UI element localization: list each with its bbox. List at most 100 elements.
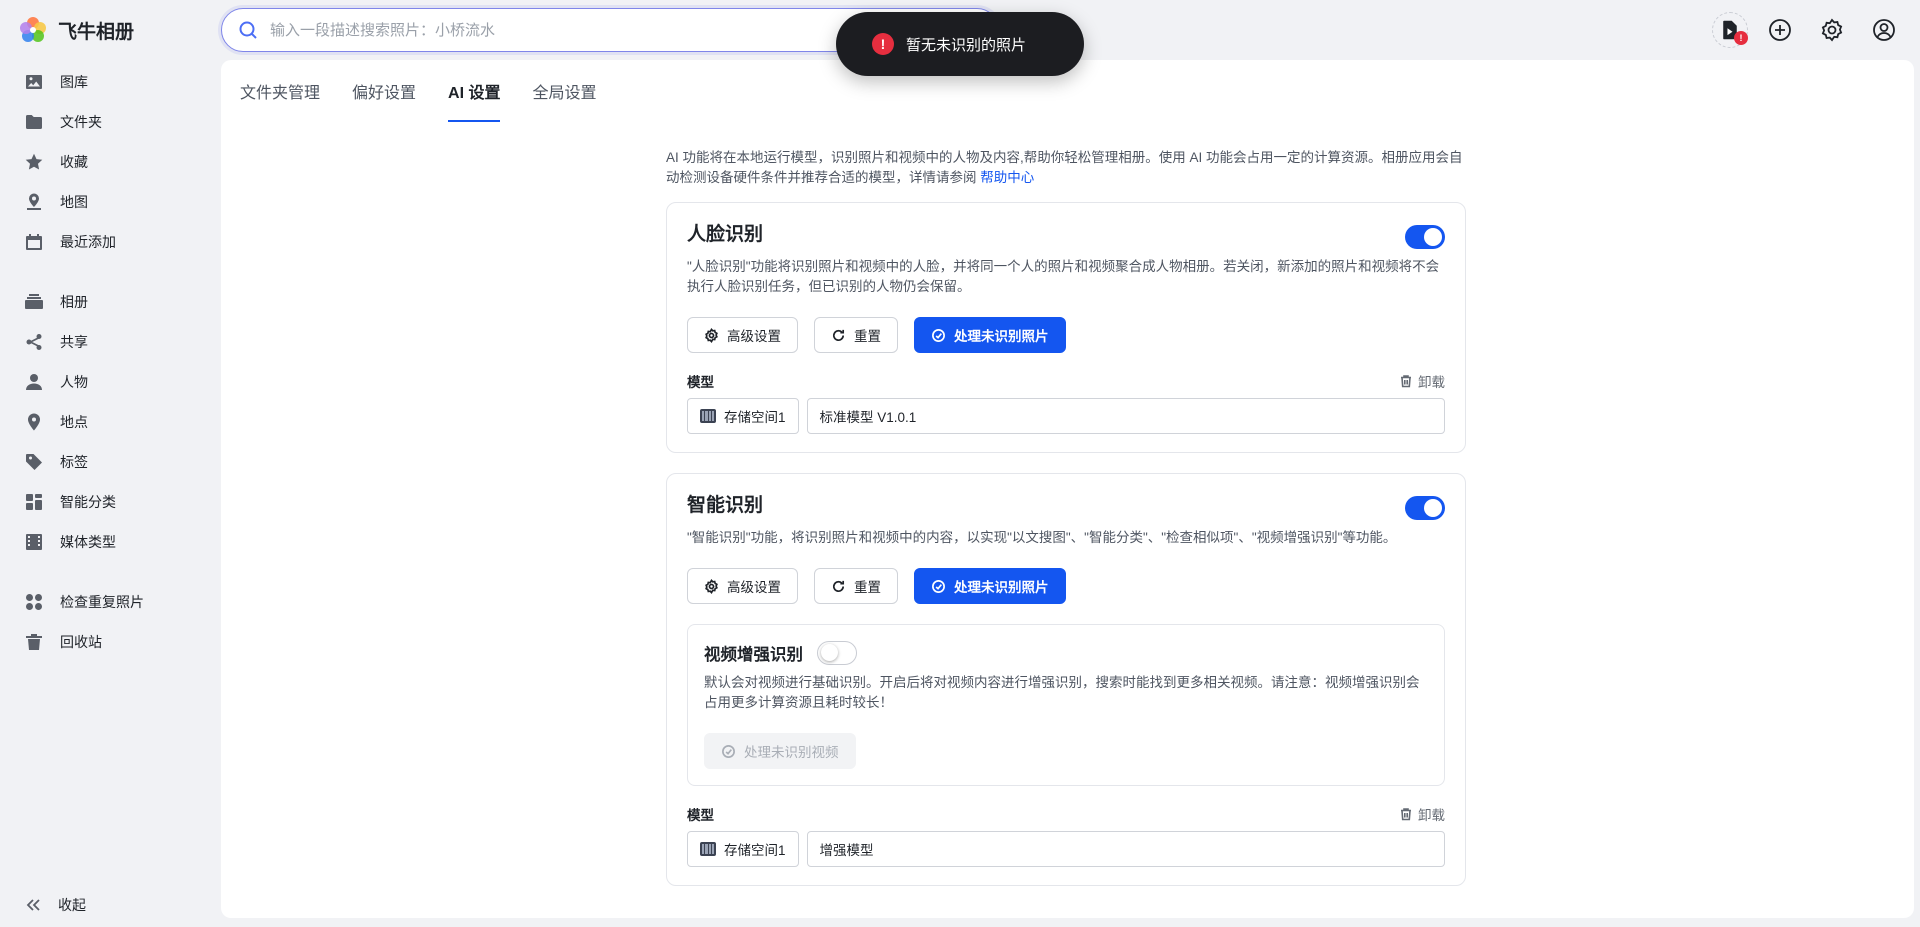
location-icon bbox=[28, 413, 40, 431]
album-icon bbox=[25, 294, 43, 309]
sidebar-item-tags[interactable]: 标签 bbox=[0, 442, 220, 482]
tab-ai-settings[interactable]: AI 设置 bbox=[448, 60, 501, 122]
sidebar-item-label: 文件夹 bbox=[60, 114, 102, 130]
app-name: 飞牛相册 bbox=[58, 21, 135, 43]
collapse-sidebar-button[interactable]: 收起 bbox=[24, 893, 86, 917]
face-reset-button[interactable]: 重置 bbox=[814, 317, 898, 353]
user-circle-icon bbox=[1873, 19, 1895, 41]
video-actions: 处理未识别视频 bbox=[704, 733, 1428, 769]
tab-global-settings[interactable]: 全局设置 bbox=[532, 60, 596, 122]
film-icon bbox=[26, 534, 42, 550]
trash-icon bbox=[1401, 808, 1411, 821]
tab-preferences[interactable]: 偏好设置 bbox=[352, 60, 416, 122]
help-center-link[interactable]: 帮助中心 bbox=[980, 170, 1034, 185]
brand[interactable]: 飞牛相册 bbox=[18, 14, 134, 46]
storage-icon bbox=[700, 842, 716, 856]
folder-icon bbox=[26, 115, 42, 129]
face-recognition-toggle[interactable] bbox=[1405, 225, 1445, 249]
refresh-icon bbox=[833, 580, 845, 592]
sidebar-item-label: 智能分类 bbox=[60, 494, 116, 510]
face-storage-select[interactable]: 存储空间1 bbox=[687, 398, 799, 434]
settings-tabs: 文件夹管理 偏好设置 AI 设置 全局设置 bbox=[240, 60, 597, 122]
toast-notification: ! 暂无未识别的照片 bbox=[836, 12, 1084, 76]
uninstall-label: 卸载 bbox=[1418, 808, 1445, 823]
smart-storage-select[interactable]: 存储空间1 bbox=[687, 831, 799, 867]
smart-reset-button[interactable]: 重置 bbox=[814, 568, 898, 604]
smart-advanced-settings-button[interactable]: 高级设置 bbox=[687, 568, 798, 604]
storage-icon bbox=[700, 409, 716, 423]
sidebar-item-favorites[interactable]: 收藏 bbox=[0, 142, 220, 182]
nav-divider bbox=[0, 262, 220, 282]
button-label: 重置 bbox=[854, 580, 881, 595]
sidebar-item-duplicates[interactable]: 检查重复照片 bbox=[0, 582, 220, 622]
search-icon bbox=[239, 21, 257, 39]
error-icon: ! bbox=[872, 33, 894, 55]
smart-uninstall-button[interactable]: 卸载 bbox=[1399, 804, 1445, 824]
sidebar-item-folder[interactable]: 文件夹 bbox=[0, 102, 220, 142]
sidebar-item-albums[interactable]: 相册 bbox=[0, 282, 220, 322]
process-unrecognized-video-button[interactable]: 处理未识别视频 bbox=[704, 733, 856, 769]
app-root: 飞牛相册 图库 文件夹 收藏 地图 最近添加 相册 共享 人物 地点 标签 智能… bbox=[0, 0, 1920, 927]
trash-icon bbox=[1401, 375, 1411, 388]
sidebar-item-label: 收藏 bbox=[60, 154, 88, 170]
double-chevron-left-icon bbox=[26, 899, 40, 911]
app-logo-icon bbox=[20, 17, 46, 42]
person-icon bbox=[26, 374, 42, 390]
button-label: 处理未识别照片 bbox=[954, 329, 1049, 344]
settings-button[interactable] bbox=[1812, 10, 1852, 50]
button-label: 处理未识别视频 bbox=[744, 745, 839, 760]
model-value: 增强模型 bbox=[819, 843, 874, 858]
sidebar: 飞牛相册 图库 文件夹 收藏 地图 最近添加 相册 共享 人物 地点 标签 智能… bbox=[0, 0, 220, 927]
trash-icon bbox=[26, 634, 42, 650]
video-enhanced-toggle[interactable] bbox=[817, 641, 857, 665]
process-icon bbox=[722, 744, 735, 758]
process-icon bbox=[932, 579, 945, 593]
gallery-icon bbox=[26, 75, 42, 89]
sidebar-item-recent[interactable]: 最近添加 bbox=[0, 222, 220, 262]
search-input[interactable] bbox=[270, 21, 790, 39]
sidebar-item-places[interactable]: 地点 bbox=[0, 402, 220, 442]
plus-circle-icon bbox=[1769, 19, 1791, 41]
video-enhanced-desc: 默认会对视频进行基础识别。开启后将对视频内容进行增强识别，搜索时能找到更多相关视… bbox=[704, 675, 1420, 710]
sidebar-item-media-type[interactable]: 媒体类型 bbox=[0, 522, 220, 562]
tab-folder-management[interactable]: 文件夹管理 bbox=[240, 60, 320, 122]
account-button[interactable] bbox=[1864, 10, 1904, 50]
video-enhanced-card: 视频增强识别 默认会对视频进行基础识别。开启后将对视频内容进行增强识别，搜索时能… bbox=[687, 624, 1445, 786]
sidebar-item-gallery[interactable]: 图库 bbox=[0, 62, 220, 102]
smart-model-select[interactable]: 增强模型 bbox=[806, 831, 1445, 867]
smart-model-header: 模型 卸载 bbox=[687, 804, 1445, 824]
smart-recognition-title: 智能识别 bbox=[687, 495, 764, 516]
sidebar-item-label: 地点 bbox=[60, 414, 88, 430]
sidebar-item-smart-category[interactable]: 智能分类 bbox=[0, 482, 220, 522]
tag-icon bbox=[26, 454, 42, 470]
face-uninstall-button[interactable]: 卸载 bbox=[1399, 371, 1445, 391]
smart-process-unrecognized-button[interactable]: 处理未识别照片 bbox=[914, 568, 1066, 604]
smart-recognition-toggle[interactable] bbox=[1405, 496, 1445, 520]
process-icon bbox=[932, 328, 945, 342]
sidebar-item-share[interactable]: 共享 bbox=[0, 322, 220, 362]
smart-recognition-desc: "智能识别"功能，将识别照片和视频中的内容，以实现"以文搜图"、"智能分类"、"… bbox=[687, 530, 1397, 545]
video-enhanced-header: 视频增强识别 bbox=[704, 639, 1428, 667]
gear-icon bbox=[705, 578, 718, 594]
sidebar-item-trash[interactable]: 回收站 bbox=[0, 622, 220, 662]
sidebar-item-label: 最近添加 bbox=[60, 234, 116, 250]
face-model-select[interactable]: 标准模型 V1.0.1 bbox=[806, 398, 1445, 434]
sidebar-item-label: 回收站 bbox=[60, 634, 102, 650]
task-error-badge: ! bbox=[1734, 31, 1748, 45]
video-enhanced-title: 视频增强识别 bbox=[704, 646, 803, 664]
sidebar-item-people[interactable]: 人物 bbox=[0, 362, 220, 402]
face-recognition-title: 人脸识别 bbox=[687, 224, 764, 245]
toast-message: 暂无未识别的照片 bbox=[906, 36, 1027, 54]
sidebar-nav: 图库 文件夹 收藏 地图 最近添加 相册 共享 人物 地点 标签 智能分类 媒体… bbox=[0, 62, 220, 662]
face-recognition-desc: "人脸识别"功能将识别照片和视频中的人脸，并将同一个人的照片和视频聚合成人物相册… bbox=[687, 259, 1440, 294]
task-status-button[interactable]: ! bbox=[1712, 12, 1748, 48]
sidebar-item-map[interactable]: 地图 bbox=[0, 182, 220, 222]
main-panel: 文件夹管理 偏好设置 AI 设置 全局设置 AI 功能将在本地运行模型，识别照片… bbox=[221, 60, 1914, 918]
storage-label: 存储空间1 bbox=[724, 843, 786, 858]
ai-settings-content: AI 功能将在本地运行模型，识别照片和视频中的人物及内容,帮助你轻松管理相册。使… bbox=[666, 148, 1466, 886]
add-button[interactable] bbox=[1760, 10, 1800, 50]
face-process-unrecognized-button[interactable]: 处理未识别照片 bbox=[914, 317, 1066, 353]
intro-text: AI 功能将在本地运行模型，识别照片和视频中的人物及内容,帮助你轻松管理相册。使… bbox=[666, 150, 1463, 185]
map-icon bbox=[27, 193, 41, 210]
face-advanced-settings-button[interactable]: 高级设置 bbox=[687, 317, 798, 353]
